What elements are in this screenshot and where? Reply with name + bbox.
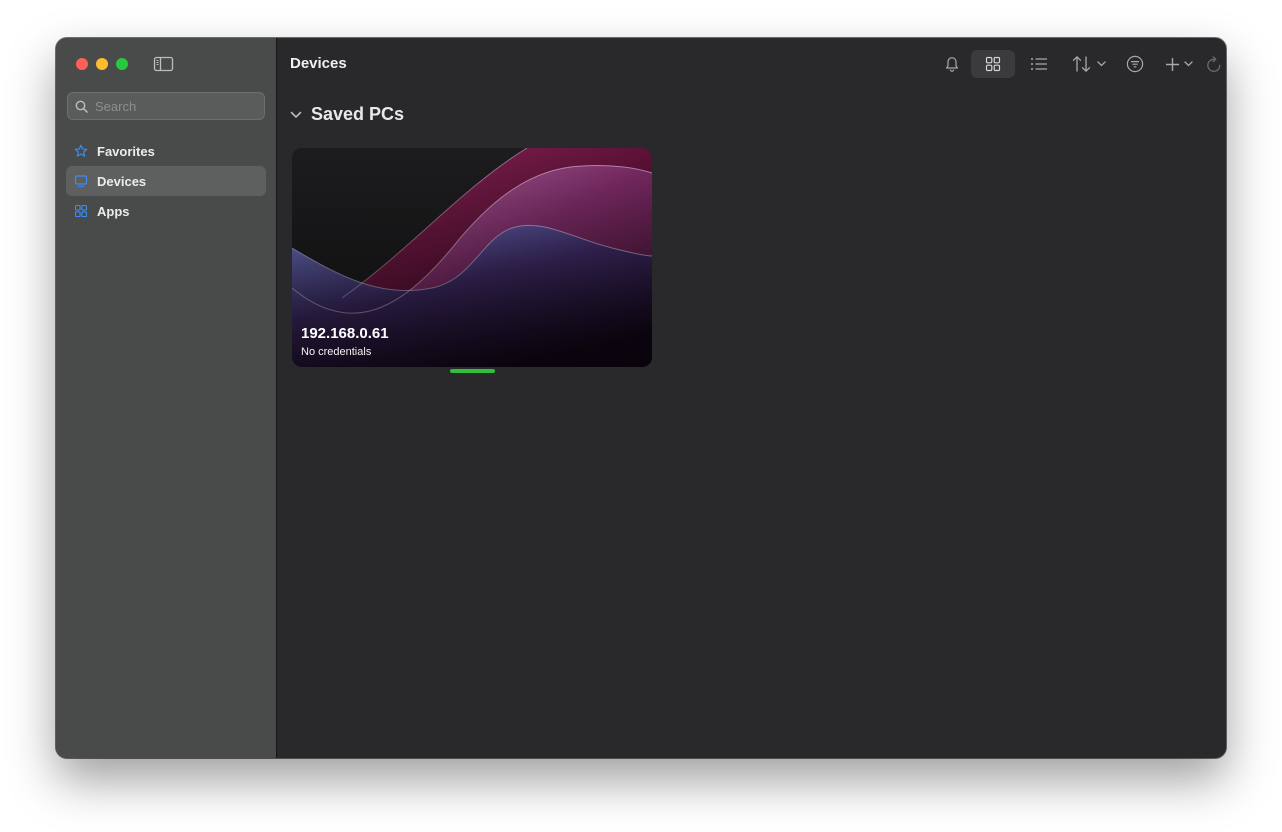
chevron-down-icon — [1184, 61, 1193, 67]
device-card[interactable]: 192.168.0.61 No credentials — [292, 148, 652, 367]
add-icon — [1166, 57, 1179, 71]
sidebar-nav: Favorites Devices Apps — [66, 136, 266, 226]
section-header-saved-pcs[interactable]: Saved PCs — [290, 104, 404, 125]
sort-menu-button[interactable] — [1068, 50, 1110, 78]
device-name: 192.168.0.61 — [301, 325, 389, 342]
zoom-window-button[interactable] — [116, 58, 128, 70]
filter-icon — [1126, 55, 1144, 73]
window-controls — [76, 58, 128, 70]
refresh-button[interactable] — [1202, 50, 1226, 78]
page-title: Devices — [290, 55, 347, 72]
section-title: Saved PCs — [311, 104, 405, 124]
star-icon — [74, 144, 88, 158]
filter-button[interactable] — [1122, 50, 1148, 78]
search-input[interactable] — [93, 97, 257, 115]
sidebar-item-favorites[interactable]: Favorites — [66, 136, 266, 166]
sidebar-item-label: Apps — [97, 203, 130, 219]
grid-view-icon — [985, 56, 1001, 72]
main-content: Devices Saved PCs 192.168.0.61 No creden… — [277, 38, 1226, 758]
sidebar-toggle-button[interactable] — [153, 55, 175, 73]
monitor-icon — [74, 174, 88, 188]
notifications-button[interactable] — [938, 50, 966, 78]
close-window-button[interactable] — [76, 58, 88, 70]
list-view-icon — [1031, 58, 1047, 70]
grid-view-button[interactable] — [971, 50, 1015, 78]
sidebar-toggle-icon — [153, 56, 174, 72]
chevron-down-icon — [290, 111, 302, 118]
toolbar — [826, 50, 1226, 78]
minimize-window-button[interactable] — [96, 58, 108, 70]
bell-icon — [946, 56, 958, 72]
sidebar: Favorites Devices — [56, 38, 277, 758]
add-menu-button[interactable] — [1161, 50, 1197, 78]
app-window: Favorites Devices — [56, 38, 1226, 758]
apps-icon — [74, 204, 88, 218]
device-credentials-status: No credentials — [301, 346, 372, 358]
refresh-icon — [1207, 55, 1221, 72]
search-icon — [75, 100, 88, 113]
sidebar-item-devices[interactable]: Devices — [66, 166, 266, 196]
search-field[interactable] — [67, 92, 265, 120]
list-view-button[interactable] — [1024, 50, 1054, 78]
sidebar-item-label: Favorites — [97, 143, 155, 159]
chevron-down-icon — [1097, 61, 1106, 67]
sidebar-item-label: Devices — [97, 173, 147, 189]
connection-status-indicator — [450, 369, 495, 373]
sort-icon — [1072, 56, 1091, 72]
sidebar-item-apps[interactable]: Apps — [66, 196, 266, 226]
